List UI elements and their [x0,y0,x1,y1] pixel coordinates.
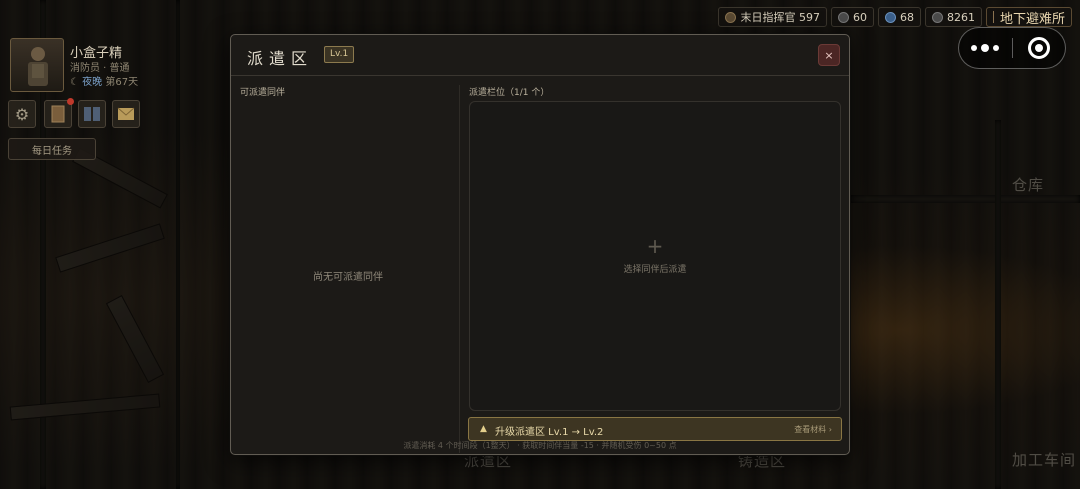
dot-icon [981,44,990,52]
dot-icon [993,45,1000,51]
empty-companions-text: 尚无可派遣同伴 [313,272,383,283]
time-of-day: 夜晚 [82,77,103,88]
scrap-icon [931,11,943,23]
close-button[interactable]: × [818,44,840,66]
level-badge: Lv.1 [324,46,355,63]
more-menu-button[interactable] [959,28,1012,68]
player-role: 消防员 · 普通 [70,63,130,74]
resource-commander-value: 末日指挥官 597 [740,11,820,24]
miniprogram-capsule [958,27,1066,69]
player-status: ☾ 夜晚 第67天 [70,73,138,88]
gem-icon [884,11,896,23]
commander-icon [725,11,737,23]
dispatch-cost-note: 派遣消耗 4 个时间段（1整天） · 获取时间伴当量 -15 · 并随机受伤 0… [403,441,677,450]
coin-icon [837,11,849,23]
available-companions-panel: 可派遣同伴 尚无可派遣同伴 [240,85,456,445]
mail-button[interactable] [112,100,140,128]
resource-commander: 末日指挥官 597 [718,7,827,27]
target-circle-icon [1027,37,1050,59]
upgrade-button[interactable]: ▲ 升级派遣区 Lv.1 → Lv.2 查看材料 › [468,417,842,441]
dispatch-slots-label: 派遣栏位（1/1 个） [469,88,550,98]
column-divider [459,85,460,453]
resource-coin: 60 [830,7,874,27]
available-companions-label: 可派遣同伴 [240,88,286,98]
dispatch-slot[interactable]: + 选择同伴后派遣 [469,101,841,411]
journal-button[interactable] [44,98,74,128]
book-icon [84,107,100,121]
soldier-portrait-icon [28,47,48,86]
resource-gem: 68 [877,7,921,27]
shelter-divider [992,11,994,23]
dot-icon [971,45,978,51]
shelter-label: 地下避难所 [999,11,1065,27]
day-count: 第67天 [105,77,139,88]
settings-button[interactable]: ⚙ [8,100,36,128]
shelter-button[interactable]: 地下避难所 [985,7,1072,27]
player-avatar[interactable] [10,38,64,92]
view-materials-link[interactable]: 查看材料 › [794,424,832,435]
notification-badge [67,98,74,105]
moon-icon: ☾ [70,77,79,88]
close-icon: × [824,48,834,62]
resource-gem-value: 68 [899,10,914,24]
journal-icon [51,105,65,123]
gear-icon: ⚙ [14,104,30,124]
modal-header: 派遣区 Lv.1 × [231,35,849,76]
codex-button[interactable] [78,100,106,128]
dispatch-slots-panel: 派遣栏位（1/1 个） + 选择同伴后派遣 [469,85,841,411]
resource-scrap: 8261 [924,7,982,27]
mail-icon [117,107,135,120]
upgrade-arrow-icon: ▲ [480,424,487,434]
resource-bar: 末日指挥官 597 60 68 8261 地下避难所 [718,7,1072,27]
modal-title: 派遣区 [247,49,314,68]
resource-coin-value: 60 [852,10,867,24]
exit-miniprogram-button[interactable] [1013,28,1066,68]
resource-scrap-value: 8261 [946,10,975,24]
upgrade-label: 升级派遣区 Lv.1 → Lv.2 [495,427,604,438]
dispatch-modal: 派遣区 Lv.1 × 可派遣同伴 尚无可派遣同伴 派遣栏位（1/1 个） + 选… [230,34,850,455]
daily-task-button[interactable]: 每日任务 [8,138,96,160]
dispatch-slot-hint: 选择同伴后派遣 [623,265,687,275]
plus-icon: + [646,234,664,258]
